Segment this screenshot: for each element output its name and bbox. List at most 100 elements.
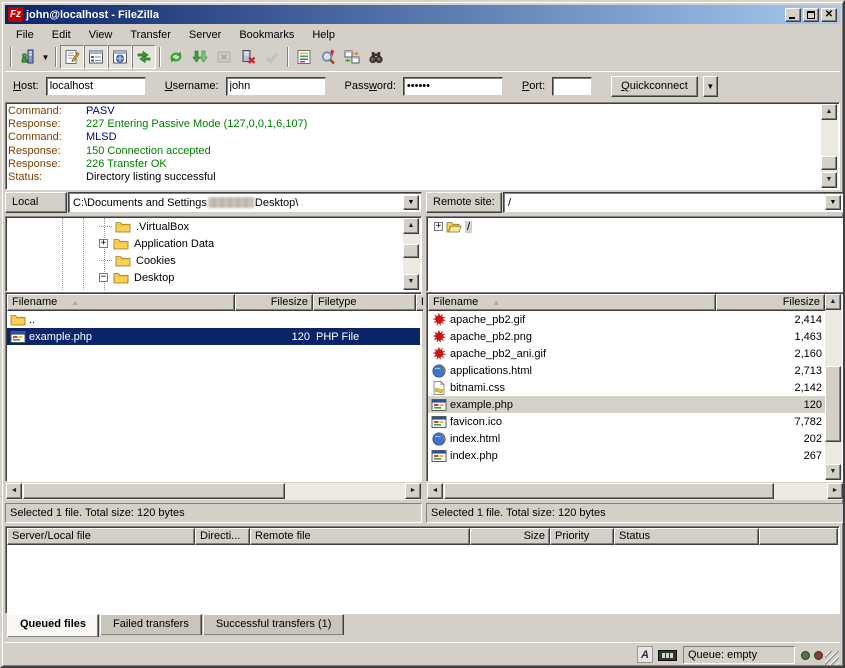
- file-row[interactable]: example.php 120: [428, 396, 825, 413]
- css-file-icon: [431, 380, 447, 396]
- scroll-down-button[interactable]: ▼: [821, 172, 837, 188]
- column-header-filename[interactable]: Filename▲: [7, 294, 235, 311]
- title-bar: Fz john@localhost - FileZilla ✕: [5, 5, 840, 24]
- filezilla-window: Fz john@localhost - FileZilla ✕ File Edi…: [0, 0, 845, 668]
- file-row[interactable]: index.php 267: [428, 447, 825, 464]
- cancel-button[interactable]: [212, 45, 236, 69]
- column-header-filename[interactable]: Filename▲: [428, 294, 716, 311]
- filter-button[interactable]: [292, 45, 316, 69]
- find-files-button[interactable]: [364, 45, 388, 69]
- activity-led-red: [814, 651, 823, 660]
- expander-plus-icon[interactable]: +: [99, 239, 108, 248]
- file-row[interactable]: apache_pb2.png 1,463: [428, 328, 825, 345]
- tree-item[interactable]: +/: [428, 218, 842, 235]
- open-folder-icon: [446, 219, 462, 235]
- scroll-right-button[interactable]: ►: [405, 483, 421, 499]
- scroll-left-button[interactable]: ◄: [427, 483, 443, 499]
- scroll-up-button[interactable]: ▲: [825, 294, 841, 310]
- quickconnect-button[interactable]: Quickconnect: [611, 76, 698, 97]
- file-row[interactable]: example.php 120 PHP File 1: [7, 328, 420, 345]
- close-button[interactable]: ✕: [821, 8, 837, 22]
- password-input[interactable]: [403, 77, 503, 96]
- username-input[interactable]: [226, 77, 326, 96]
- tab-failed-transfers[interactable]: Failed transfers: [100, 614, 202, 635]
- local-tree-toggle-button[interactable]: [84, 45, 108, 69]
- scrollbar-thumb[interactable]: [821, 156, 837, 170]
- file-row[interactable]: favicon.ico 7,782: [428, 413, 825, 430]
- toolbar-separator: [159, 47, 161, 67]
- synchronized-browsing-button[interactable]: [340, 45, 364, 69]
- queue-col-server-local-file[interactable]: Server/Local file: [7, 528, 195, 545]
- file-row[interactable]: applications.html 2,713: [428, 362, 825, 379]
- remote-tree-toggle-button[interactable]: [108, 45, 132, 69]
- file-row[interactable]: ..: [7, 311, 420, 328]
- column-header-filetype[interactable]: Filetype: [313, 294, 416, 311]
- scroll-right-button[interactable]: ►: [827, 483, 843, 499]
- refresh-button[interactable]: [164, 45, 188, 69]
- tree-item[interactable]: Cookies: [7, 252, 402, 269]
- maximize-button[interactable]: [803, 8, 819, 22]
- file-row[interactable]: apache_pb2_ani.gif 2,160: [428, 345, 825, 362]
- expander-minus-icon[interactable]: −: [99, 273, 108, 282]
- column-header-filesize[interactable]: Filesize: [716, 294, 825, 311]
- scroll-up-button[interactable]: ▲: [821, 104, 837, 120]
- message-log-toggle-button[interactable]: [60, 45, 84, 69]
- disconnect-button[interactable]: [236, 45, 260, 69]
- expander-plus-icon[interactable]: +: [434, 222, 443, 231]
- maximize-icon: [807, 11, 815, 19]
- queue-col-status[interactable]: Status: [614, 528, 759, 545]
- queue-toggle-button[interactable]: [132, 45, 156, 69]
- menu-item-file[interactable]: File: [7, 27, 43, 43]
- file-row[interactable]: apache_pb2.gif 2,414: [428, 311, 825, 328]
- scrollbar-thumb[interactable]: [444, 483, 774, 499]
- pane-splitter[interactable]: [423, 191, 426, 524]
- queue-col-direction[interactable]: Directi...: [195, 528, 250, 545]
- site-manager-button[interactable]: [15, 45, 39, 69]
- host-input[interactable]: [46, 77, 146, 96]
- clear-queue-button[interactable]: [260, 45, 284, 69]
- directory-comparison-button[interactable]: [316, 45, 340, 69]
- tab-queued-files[interactable]: Queued files: [7, 614, 99, 637]
- scrollbar-thumb[interactable]: [825, 366, 841, 442]
- menu-item-server[interactable]: Server: [180, 27, 230, 43]
- queue-col-remote-file[interactable]: Remote file: [250, 528, 470, 545]
- file-row[interactable]: index.html 202: [428, 430, 825, 447]
- scroll-up-button[interactable]: ▲: [403, 218, 419, 234]
- menu-item-transfer[interactable]: Transfer: [121, 27, 180, 43]
- local-tree-toggle-icon: [88, 49, 104, 65]
- resize-grip[interactable]: [825, 651, 839, 665]
- menu-item-bookmarks[interactable]: Bookmarks: [230, 27, 303, 43]
- column-header-filesize[interactable]: Filesize: [235, 294, 313, 311]
- refresh-icon: [168, 49, 184, 65]
- folder-icon: [115, 253, 131, 269]
- scrollbar-thumb[interactable]: [403, 244, 419, 258]
- remote-site-combo[interactable]: / ▼: [503, 192, 844, 213]
- scroll-down-button[interactable]: ▼: [403, 274, 419, 290]
- file-row[interactable]: bitnami.css 2,142: [428, 379, 825, 396]
- remote-tree-toggle-icon: [112, 49, 128, 65]
- menu-item-help[interactable]: Help: [303, 27, 344, 43]
- local-site-combo[interactable]: C:\Documents and SettingsDesktop\ ▼: [68, 192, 422, 213]
- tree-item[interactable]: .VirtualBox: [7, 218, 402, 235]
- port-input[interactable]: [552, 77, 592, 96]
- quickconnect-dropdown-button[interactable]: ▼: [703, 76, 718, 97]
- sort-asc-icon: ▲: [492, 298, 500, 307]
- tab-successful-transfers[interactable]: Successful transfers (1): [203, 614, 345, 635]
- process-queue-button[interactable]: [188, 45, 212, 69]
- tree-item[interactable]: +Application Data: [7, 235, 402, 252]
- scrollbar-thumb[interactable]: [23, 483, 285, 499]
- remote-site-dropdown-button[interactable]: ▼: [825, 195, 841, 210]
- remote-path: /: [508, 197, 511, 209]
- tree-item[interactable]: −Desktop: [7, 269, 402, 286]
- menu-item-view[interactable]: View: [80, 27, 122, 43]
- queue-col-priority[interactable]: Priority: [550, 528, 614, 545]
- menu-item-edit[interactable]: Edit: [43, 27, 80, 43]
- minimize-button[interactable]: [785, 8, 801, 22]
- site-manager-dropdown-button[interactable]: ▼: [39, 45, 52, 69]
- local-selection-status: Selected 1 file. Total size: 120 bytes: [5, 503, 422, 523]
- queue-col-size[interactable]: Size: [470, 528, 550, 545]
- scroll-left-button[interactable]: ◄: [6, 483, 22, 499]
- folder-icon: [10, 312, 26, 328]
- scroll-down-button[interactable]: ▼: [825, 464, 841, 480]
- local-site-dropdown-button[interactable]: ▼: [403, 195, 419, 210]
